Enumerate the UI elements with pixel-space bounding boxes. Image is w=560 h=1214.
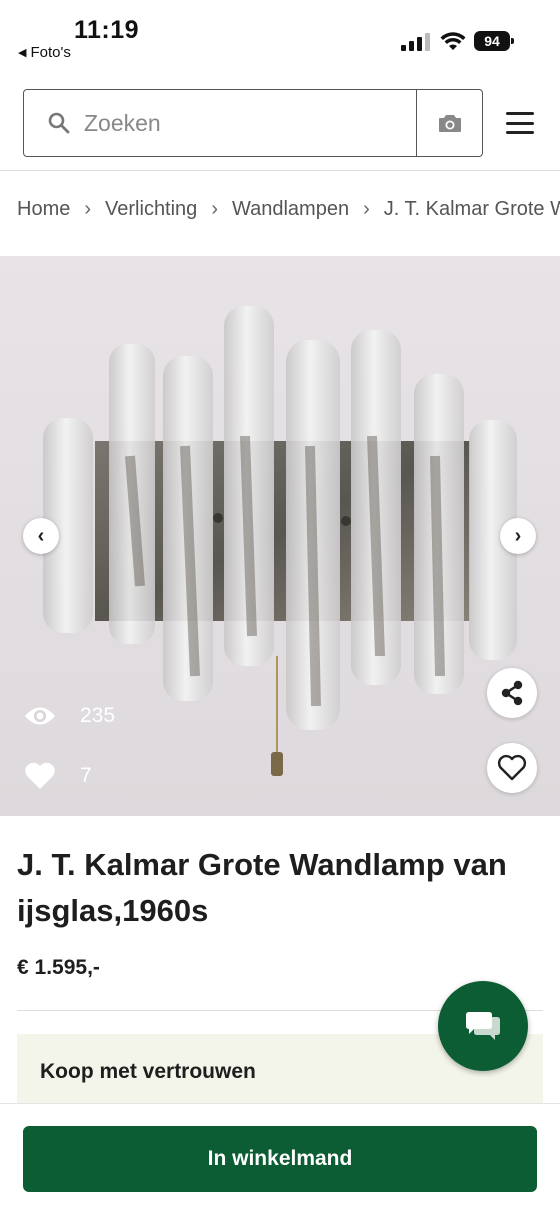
- chat-button[interactable]: [438, 981, 528, 1071]
- search-icon: [48, 112, 70, 134]
- camera-icon: [438, 115, 461, 132]
- chevron-right-icon: ›: [211, 197, 218, 220]
- breadcrumb-wandlampen[interactable]: Wandlampen: [232, 198, 349, 221]
- bottom-action-bar: In winkelmand: [0, 1103, 560, 1214]
- header-divider: [0, 170, 560, 171]
- back-app-label: Foto's: [30, 44, 71, 61]
- product-photo: [43, 306, 517, 776]
- chevron-right-icon: ›: [514, 524, 522, 547]
- share-button[interactable]: [487, 668, 537, 718]
- camera-search-button[interactable]: [416, 90, 482, 156]
- cellular-signal-icon: [401, 33, 430, 51]
- favorite-button[interactable]: [487, 743, 537, 793]
- chevron-right-icon: ›: [363, 197, 370, 220]
- search-bar: [23, 89, 483, 157]
- breadcrumb-verlichting[interactable]: Verlichting: [105, 198, 197, 221]
- heart-outline-icon: [497, 754, 527, 781]
- breadcrumb: Home › Verlichting › Wandlampen › J. T. …: [17, 194, 560, 224]
- search-input[interactable]: [84, 109, 364, 137]
- product-price: € 1.595,-: [17, 956, 100, 979]
- menu-icon[interactable]: [506, 112, 534, 134]
- breadcrumb-home[interactable]: Home: [17, 198, 70, 221]
- chevron-left-icon: ‹: [37, 524, 45, 547]
- views-value: 235: [80, 704, 116, 727]
- previous-image-button[interactable]: ‹: [23, 518, 59, 554]
- battery-icon: 94: [474, 31, 514, 51]
- status-time: 11:19: [74, 16, 140, 44]
- status-bar: 11:19 ◀ Foto's 94: [0, 0, 560, 72]
- add-to-cart-button[interactable]: In winkelmand: [23, 1126, 537, 1192]
- heart-icon: [25, 762, 55, 789]
- back-to-app-link[interactable]: ◀ Foto's: [18, 44, 71, 61]
- chat-bubbles-icon: [466, 1012, 500, 1040]
- next-image-button[interactable]: ›: [500, 518, 536, 554]
- search-field-area[interactable]: [24, 90, 416, 156]
- chevron-right-icon: ›: [84, 197, 92, 220]
- likes-value: 7: [80, 764, 92, 787]
- share-icon: [501, 680, 523, 706]
- likes-count: 7: [24, 762, 92, 790]
- views-count: 235: [24, 704, 115, 728]
- eye-icon: [25, 707, 55, 725]
- back-triangle-icon: ◀: [18, 47, 27, 59]
- product-image-gallery[interactable]: ‹ › 235 7: [0, 256, 560, 816]
- wifi-icon: [440, 32, 466, 50]
- trust-title: Koop met vertrouwen: [40, 1060, 256, 1083]
- breadcrumb-current[interactable]: J. T. Kalmar Grote Wandlamp van ijsglas,…: [384, 198, 560, 221]
- product-title: J. T. Kalmar Grote Wandlamp van ijsglas,…: [17, 847, 507, 928]
